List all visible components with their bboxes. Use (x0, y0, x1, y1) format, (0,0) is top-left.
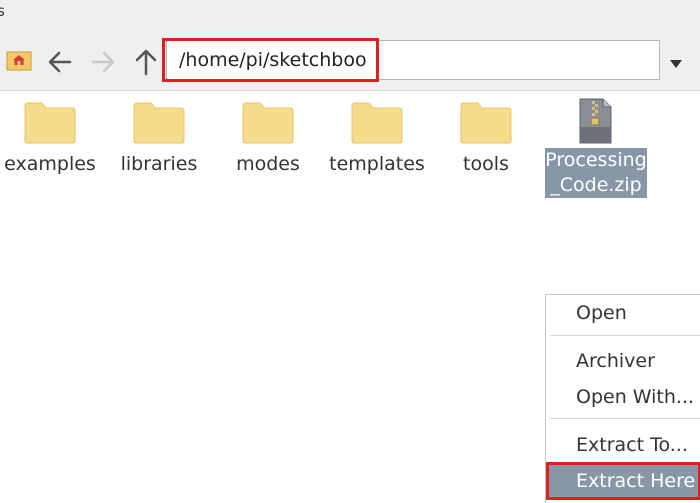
toolbar (0, 32, 700, 91)
annotation-highlight-path (162, 38, 379, 82)
zip-archive-icon (579, 98, 612, 144)
menu-separator (550, 418, 700, 419)
menu-item-extract-here[interactable]: Extract Here (546, 462, 700, 500)
file-label-line2: _Code.zip (550, 174, 642, 196)
file-view: examples libraries modes templates tools (0, 91, 700, 503)
forward-arrow-icon[interactable] (88, 47, 118, 77)
window-title-fragment: s (0, 2, 5, 20)
file-label: examples (4, 153, 96, 175)
menu-item-archiver[interactable]: Archiver (546, 345, 700, 377)
menu-item-open[interactable]: Open (546, 297, 700, 329)
file-label: modes (236, 153, 300, 175)
path-bar (162, 38, 660, 82)
file-label: templates (329, 153, 425, 175)
up-arrow-icon[interactable] (131, 47, 161, 77)
context-menu: Open Archiver Open With... Extract To...… (545, 294, 700, 503)
file-label-line1: Processing (545, 149, 647, 171)
dropdown-triangle-icon[interactable] (666, 54, 686, 74)
folder-icon (242, 102, 294, 144)
file-label: tools (463, 153, 509, 175)
back-arrow-icon[interactable] (45, 47, 75, 77)
file-item-processing-code-zip[interactable]: Processing _Code.zip (545, 91, 647, 201)
window-titlebar: s (0, 0, 700, 32)
file-label: libraries (120, 153, 198, 175)
folder-icon (24, 102, 76, 144)
menu-item-extract-to[interactable]: Extract To... (546, 429, 700, 461)
menu-item-open-with[interactable]: Open With... (546, 381, 700, 413)
folder-icon (133, 102, 185, 144)
menu-separator (550, 335, 700, 336)
folder-icon (351, 102, 403, 144)
folder-icon (460, 102, 512, 144)
file-label-selected: Processing _Code.zip (545, 148, 647, 198)
home-icon[interactable] (6, 49, 32, 71)
